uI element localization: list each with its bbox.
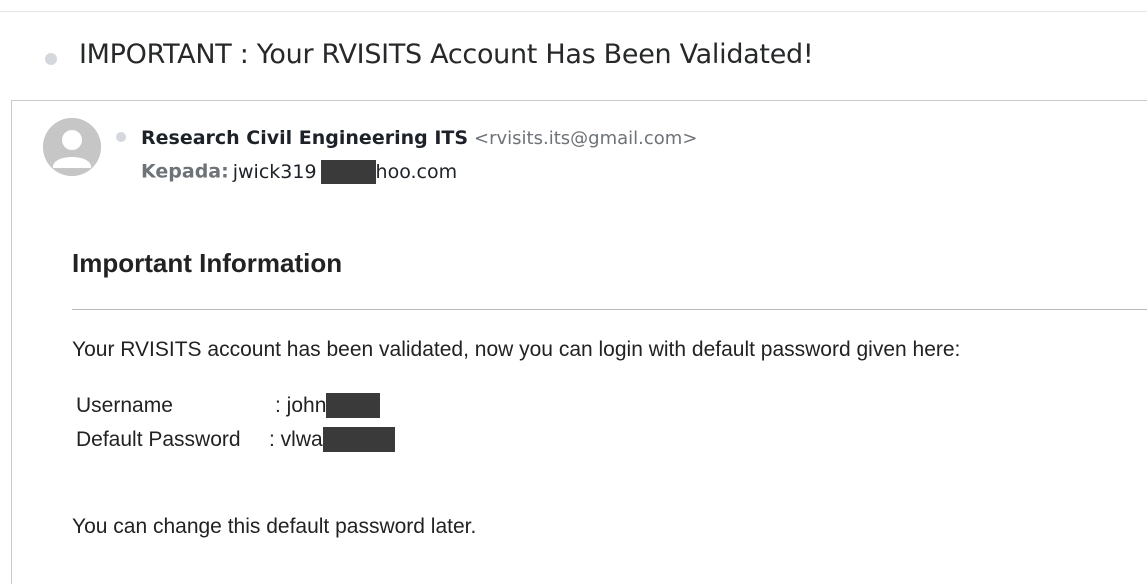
sender-name[interactable]: Research Civil Engineering ITS	[141, 127, 468, 149]
sender-line[interactable]: Research Civil Engineering ITS <rvisits.i…	[141, 127, 697, 149]
subject-row[interactable]: IMPORTANT : Your RVISITS Account Has Bee…	[0, 12, 1147, 100]
recipient-address[interactable]: jwick319 hoo.com	[232, 160, 458, 184]
recipient-address-start: jwick319	[232, 160, 317, 183]
recipient-label: Kepada:	[141, 160, 229, 183]
redaction-block	[322, 427, 395, 452]
recipient-address-end: hoo.com	[375, 160, 458, 183]
body-footer: You can change this default password lat…	[72, 515, 477, 538]
sender-address[interactable]: <rvisits.its@gmail.com>	[474, 128, 697, 149]
body-heading: Important Information	[72, 248, 343, 278]
email-subject: IMPORTANT : Your RVISITS Account Has Bee…	[79, 39, 814, 70]
recipient-line: Kepada: jwick319 hoo.com	[141, 160, 457, 184]
credential-value-text: : john	[275, 394, 327, 418]
body-divider	[72, 309, 1147, 310]
redaction-block	[320, 160, 376, 184]
sender-avatar-icon[interactable]	[43, 118, 101, 176]
body-intro: Your RVISITS account has been validated,…	[72, 338, 961, 361]
email-view: IMPORTANT : Your RVISITS Account Has Bee…	[0, 0, 1147, 584]
credential-value-text: : vlwa	[269, 428, 323, 452]
credential-label: Username	[76, 394, 173, 417]
sender-status-dot-icon	[116, 132, 126, 142]
redaction-block	[326, 393, 381, 418]
credential-value: : john	[275, 393, 381, 419]
credential-label: Default Password	[76, 428, 241, 451]
credential-value: : vlwa	[269, 427, 395, 453]
unread-dot-icon	[45, 53, 57, 65]
